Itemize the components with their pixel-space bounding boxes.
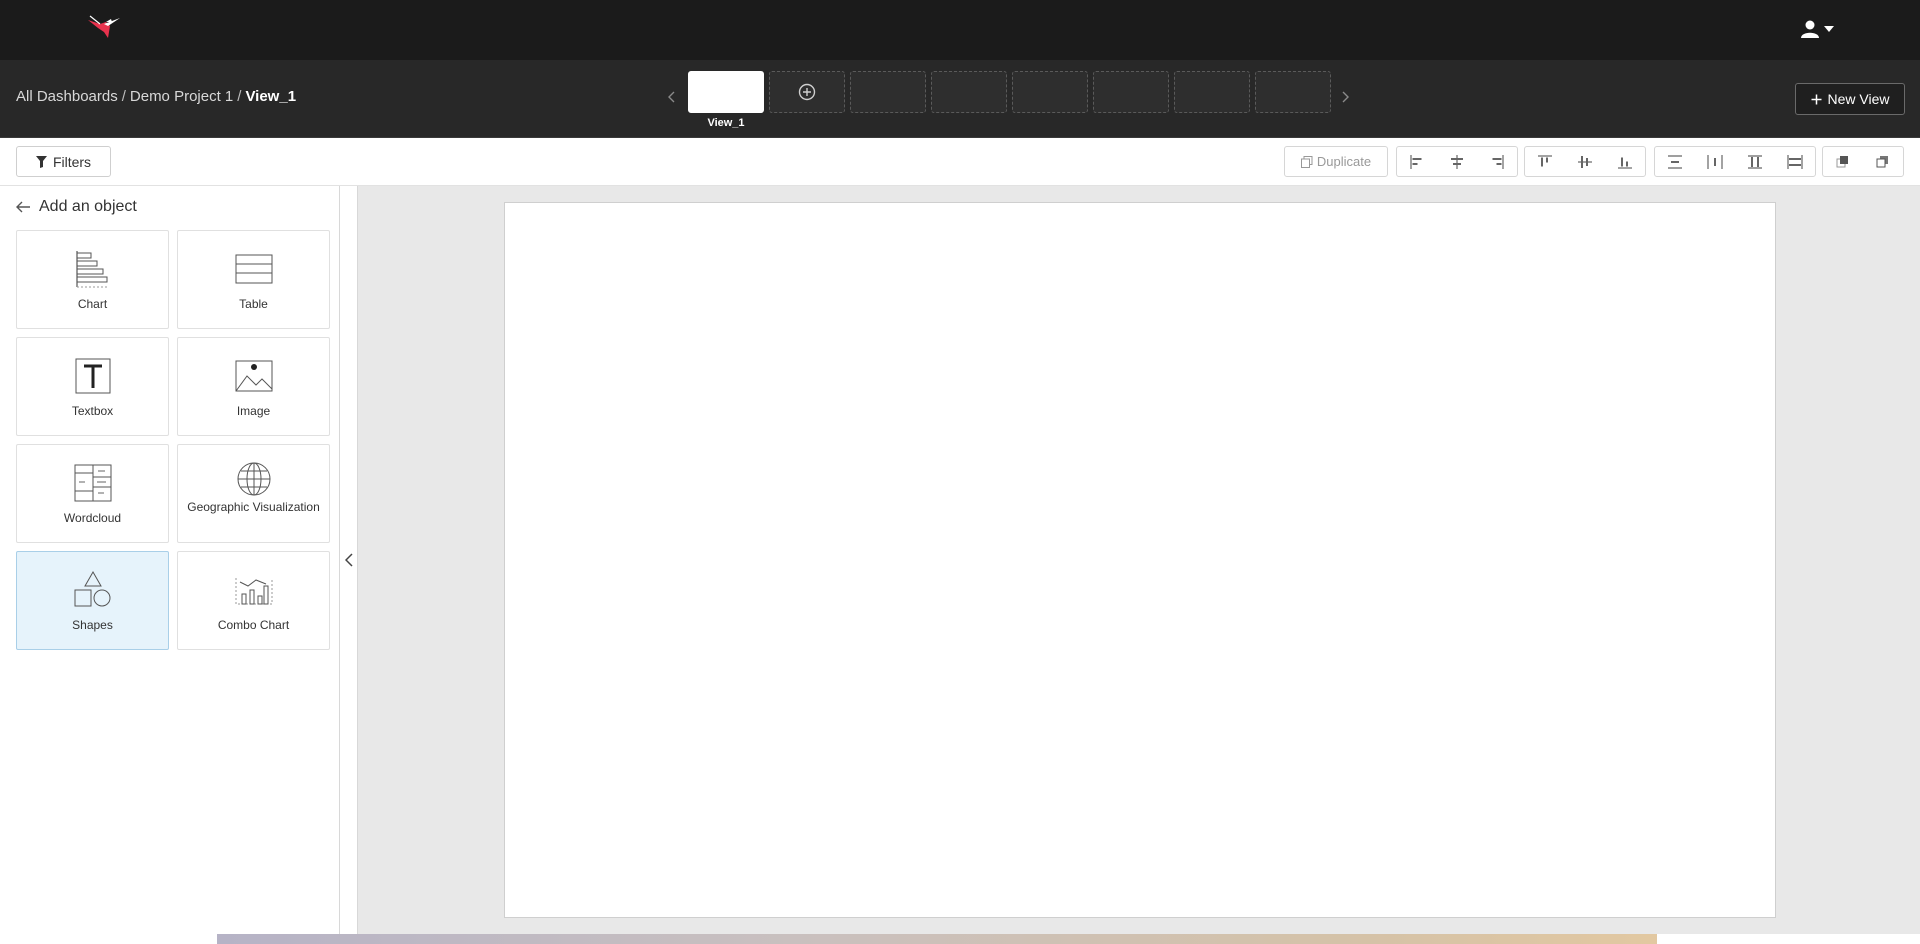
object-card-wordcloud[interactable]: Wordcloud bbox=[16, 444, 169, 543]
panel-title: Add an object bbox=[39, 198, 137, 215]
empty-view-slot bbox=[1012, 71, 1088, 113]
align-bottom-button[interactable] bbox=[1605, 147, 1645, 176]
view-thumbnail-active[interactable] bbox=[688, 71, 764, 113]
empty-view-slot bbox=[1174, 71, 1250, 113]
wordcloud-icon bbox=[74, 464, 111, 502]
shapes-icon bbox=[74, 570, 110, 607]
user-icon bbox=[1801, 20, 1819, 38]
chevron-right-icon bbox=[1342, 91, 1349, 103]
image-icon bbox=[235, 360, 272, 392]
new-view-button[interactable]: New View bbox=[1795, 83, 1905, 115]
view-thumbnail-label: View_1 bbox=[707, 117, 745, 129]
user-menu[interactable] bbox=[1800, 16, 1840, 42]
breadcrumb-current: View_1 bbox=[245, 88, 297, 105]
align-middle-icon bbox=[1578, 155, 1592, 168]
empty-view-slot bbox=[931, 71, 1007, 113]
empty-view-slot bbox=[1255, 71, 1331, 113]
distribute-group bbox=[1654, 146, 1816, 177]
textbox-icon bbox=[75, 358, 110, 394]
align-center-icon bbox=[1451, 154, 1463, 169]
object-label: Image bbox=[236, 404, 271, 418]
chevron-left-icon bbox=[668, 91, 675, 103]
object-card-combo-chart[interactable]: Combo Chart bbox=[177, 551, 330, 650]
vertical-align-group bbox=[1524, 146, 1646, 177]
align-left-icon bbox=[1410, 154, 1422, 169]
align-center-button[interactable] bbox=[1437, 147, 1477, 176]
table-icon bbox=[235, 254, 272, 284]
canvas-area bbox=[358, 186, 1920, 934]
toolbar: Filters Duplicate bbox=[0, 138, 1920, 186]
distribute-horizontal-icon bbox=[1707, 154, 1723, 169]
align-right-icon bbox=[1492, 154, 1504, 169]
panel-collapse-handle[interactable] bbox=[340, 186, 358, 934]
send-to-back-icon bbox=[1876, 155, 1888, 167]
breadcrumb-separator: / bbox=[121, 88, 126, 105]
match-width-icon bbox=[1787, 154, 1803, 169]
empty-view-slot bbox=[850, 71, 926, 113]
object-label: Shapes bbox=[72, 618, 113, 632]
object-label: Chart bbox=[77, 297, 108, 311]
filters-button[interactable]: Filters bbox=[16, 146, 111, 177]
align-top-button[interactable] bbox=[1525, 147, 1565, 176]
object-label: Wordcloud bbox=[63, 511, 122, 525]
breadcrumb-separator: / bbox=[237, 88, 242, 105]
match-height-button[interactable] bbox=[1735, 147, 1775, 176]
layer-order-group bbox=[1822, 146, 1904, 177]
match-width-button[interactable] bbox=[1775, 147, 1815, 176]
object-label: Combo Chart bbox=[217, 618, 290, 632]
os-menu-bar bbox=[217, 934, 1657, 944]
distribute-horizontal-button[interactable] bbox=[1695, 147, 1735, 176]
panel-back[interactable]: Add an object bbox=[16, 198, 137, 216]
globe-icon bbox=[237, 462, 270, 496]
filters-label: Filters bbox=[52, 153, 92, 170]
view-bar: All Dashboards / Demo Project 1/View_1 Vie… bbox=[0, 60, 1920, 138]
match-height-icon bbox=[1748, 154, 1762, 169]
align-top-icon bbox=[1538, 154, 1552, 166]
align-right-button[interactable] bbox=[1477, 147, 1517, 176]
object-card-geographic-visualization[interactable]: Geographic Visualization bbox=[177, 444, 330, 543]
object-card-shapes[interactable]: Shapes bbox=[16, 551, 169, 650]
filter-icon bbox=[35, 155, 47, 168]
object-label: Textbox bbox=[71, 404, 114, 418]
align-middle-button[interactable] bbox=[1565, 147, 1605, 176]
plus-icon bbox=[1811, 94, 1821, 104]
arrow-left-icon bbox=[16, 201, 30, 213]
add-object-panel: Add an object Chart Table Textbox Image … bbox=[0, 186, 340, 934]
dashboard-canvas[interactable] bbox=[504, 202, 1776, 918]
object-label: Geographic Visualization bbox=[187, 500, 320, 514]
duplicate-label: Duplicate bbox=[1316, 154, 1372, 169]
horizontal-align-group bbox=[1396, 146, 1518, 177]
bottom-strip bbox=[0, 934, 1920, 944]
top-bar bbox=[0, 0, 1920, 60]
object-card-image[interactable]: Image bbox=[177, 337, 330, 436]
duplicate-button[interactable]: Duplicate bbox=[1284, 146, 1388, 177]
bring-to-front-icon bbox=[1836, 155, 1848, 167]
breadcrumb-project[interactable]: Demo Project 1 bbox=[130, 88, 233, 105]
align-bottom-icon bbox=[1618, 157, 1632, 169]
hummingbird-logo-icon[interactable] bbox=[86, 14, 122, 44]
views-prev-arrow[interactable] bbox=[664, 86, 678, 108]
bring-to-front-button[interactable] bbox=[1823, 147, 1863, 176]
object-card-table[interactable]: Table bbox=[177, 230, 330, 329]
breadcrumb: All Dashboards / Demo Project 1/View_1 bbox=[16, 88, 296, 105]
breadcrumb-all-dashboards[interactable]: All Dashboards bbox=[16, 88, 118, 105]
distribute-vertical-button[interactable] bbox=[1655, 147, 1695, 176]
object-card-textbox[interactable]: Textbox bbox=[16, 337, 169, 436]
copy-icon bbox=[1300, 155, 1313, 168]
send-to-back-button[interactable] bbox=[1863, 147, 1903, 176]
object-label: Table bbox=[239, 297, 268, 311]
empty-view-slot bbox=[1093, 71, 1169, 113]
views-next-arrow[interactable] bbox=[1339, 86, 1353, 108]
add-circle-icon bbox=[798, 83, 816, 101]
distribute-vertical-icon bbox=[1668, 154, 1682, 169]
chevron-left-icon bbox=[344, 553, 353, 567]
object-card-chart[interactable]: Chart bbox=[16, 230, 169, 329]
align-left-button[interactable] bbox=[1397, 147, 1437, 176]
add-view-thumbnail[interactable] bbox=[769, 71, 845, 113]
caret-down-icon bbox=[1824, 26, 1834, 32]
chart-icon bbox=[75, 251, 109, 288]
combo-chart-icon bbox=[235, 578, 272, 605]
new-view-label: New View bbox=[1827, 91, 1890, 107]
